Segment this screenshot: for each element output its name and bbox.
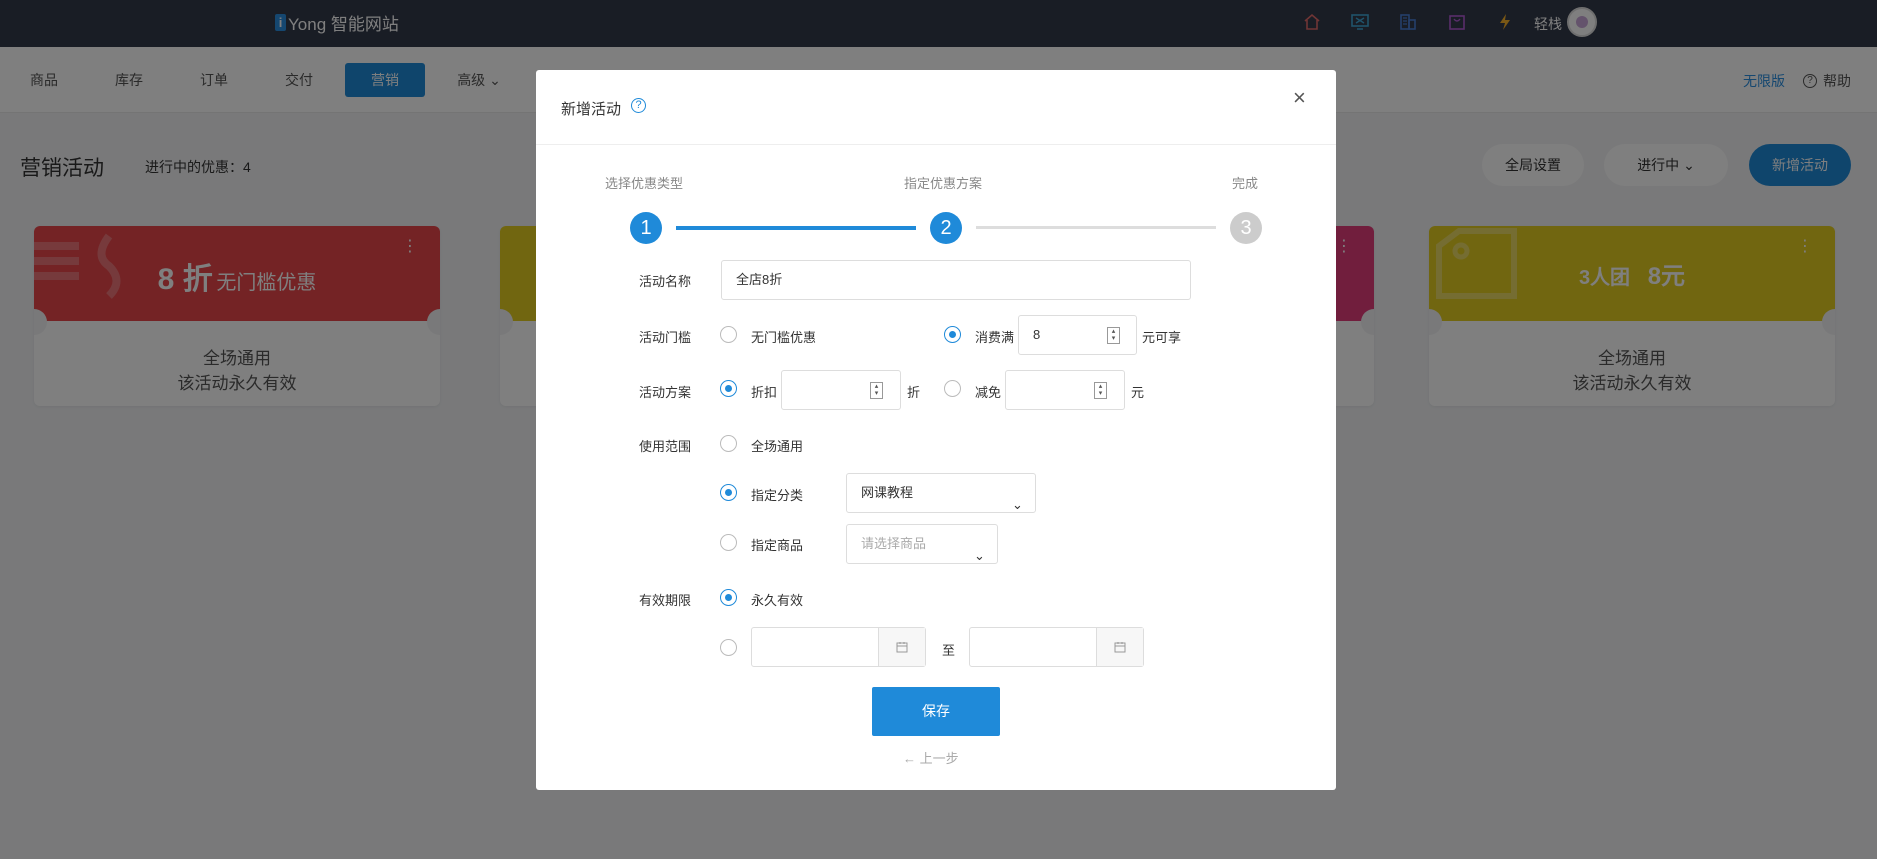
min-spend-input[interactable]: 8 ▴ ▾ xyxy=(1018,315,1137,355)
close-icon[interactable]: × xyxy=(1293,85,1306,111)
save-button[interactable]: 保存 xyxy=(872,687,1000,736)
dialog-header: 新增活动 ? × xyxy=(536,70,1336,145)
calendar-icon[interactable] xyxy=(1096,628,1143,666)
step-circle-2: 2 xyxy=(930,212,962,244)
discount-input[interactable]: ▴ ▾ xyxy=(781,370,901,410)
activity-name-label: 活动名称 xyxy=(639,274,692,289)
date-separator: 至 xyxy=(942,643,956,658)
activity-name-input[interactable]: 全店8折 xyxy=(721,260,1191,300)
scope-label: 使用范围 xyxy=(639,439,692,454)
radio-reduction[interactable] xyxy=(944,380,961,397)
min-spend-stepper-icon[interactable]: ▴ ▾ xyxy=(1107,327,1120,344)
min-spend-suffix: 元可享 xyxy=(1142,330,1182,345)
category-select-value: 网课教程 xyxy=(861,485,914,500)
start-date-input[interactable] xyxy=(751,627,926,667)
product-select-placeholder: 请选择商品 xyxy=(861,536,927,551)
calendar-icon[interactable] xyxy=(878,628,925,666)
dialog-title: 新增活动 xyxy=(561,101,622,118)
reduction-option[interactable]: 减免 xyxy=(975,382,1001,401)
previous-step-link[interactable]: ← 上一步 xyxy=(903,748,959,767)
step-label-2: 指定优惠方案 xyxy=(904,176,983,191)
product-select[interactable]: 请选择商品 ⌄ xyxy=(846,524,998,564)
threshold-label: 活动门槛 xyxy=(639,330,692,345)
radio-min-spend[interactable] xyxy=(944,326,961,343)
reduction-stepper-icon[interactable]: ▴ ▾ xyxy=(1094,382,1107,399)
new-activity-dialog: 新增活动 ? × 选择优惠类型 指定优惠方案 完成 1 2 3 活动名称 全店8… xyxy=(536,70,1336,790)
min-spend-option[interactable]: 消费满 xyxy=(975,327,1014,346)
step-label-1: 选择优惠类型 xyxy=(605,176,684,191)
scope-product-option[interactable]: 指定商品 xyxy=(751,535,803,554)
chevron-down-icon: ⌄ xyxy=(1012,497,1023,512)
reduction-input[interactable]: ▴ ▾ xyxy=(1005,370,1125,410)
step-label-3: 完成 xyxy=(1232,176,1259,191)
end-date-input[interactable] xyxy=(969,627,1144,667)
radio-scope-product[interactable] xyxy=(720,534,737,551)
radio-scope-all[interactable] xyxy=(720,435,737,452)
validity-label: 有效期限 xyxy=(639,593,692,608)
min-spend-value: 8 xyxy=(1033,327,1041,342)
step-circle-1: 1 xyxy=(630,212,662,244)
no-threshold-option[interactable]: 无门槛优惠 xyxy=(751,327,816,346)
discount-stepper-icon[interactable]: ▴ ▾ xyxy=(870,382,883,399)
step-circle-3: 3 xyxy=(1230,212,1262,244)
help-icon[interactable]: ? xyxy=(631,98,646,113)
reduction-suffix: 元 xyxy=(1131,385,1145,400)
radio-discount[interactable] xyxy=(720,380,737,397)
scope-all-option[interactable]: 全场通用 xyxy=(751,436,803,455)
radio-no-threshold[interactable] xyxy=(720,326,737,343)
radio-permanent[interactable] xyxy=(720,589,737,606)
plan-label: 活动方案 xyxy=(639,385,692,400)
discount-suffix: 折 xyxy=(907,385,921,400)
discount-option[interactable]: 折扣 xyxy=(751,382,777,401)
radio-scope-category[interactable] xyxy=(720,484,737,501)
step-progress-line-pending xyxy=(976,226,1216,229)
permanent-option[interactable]: 永久有效 xyxy=(751,590,803,609)
category-select[interactable]: 网课教程 ⌄ xyxy=(846,473,1036,513)
radio-date-range[interactable] xyxy=(720,639,737,656)
scope-category-option[interactable]: 指定分类 xyxy=(751,485,803,504)
step-progress-line-done xyxy=(676,226,916,230)
chevron-down-icon: ⌄ xyxy=(974,548,985,563)
